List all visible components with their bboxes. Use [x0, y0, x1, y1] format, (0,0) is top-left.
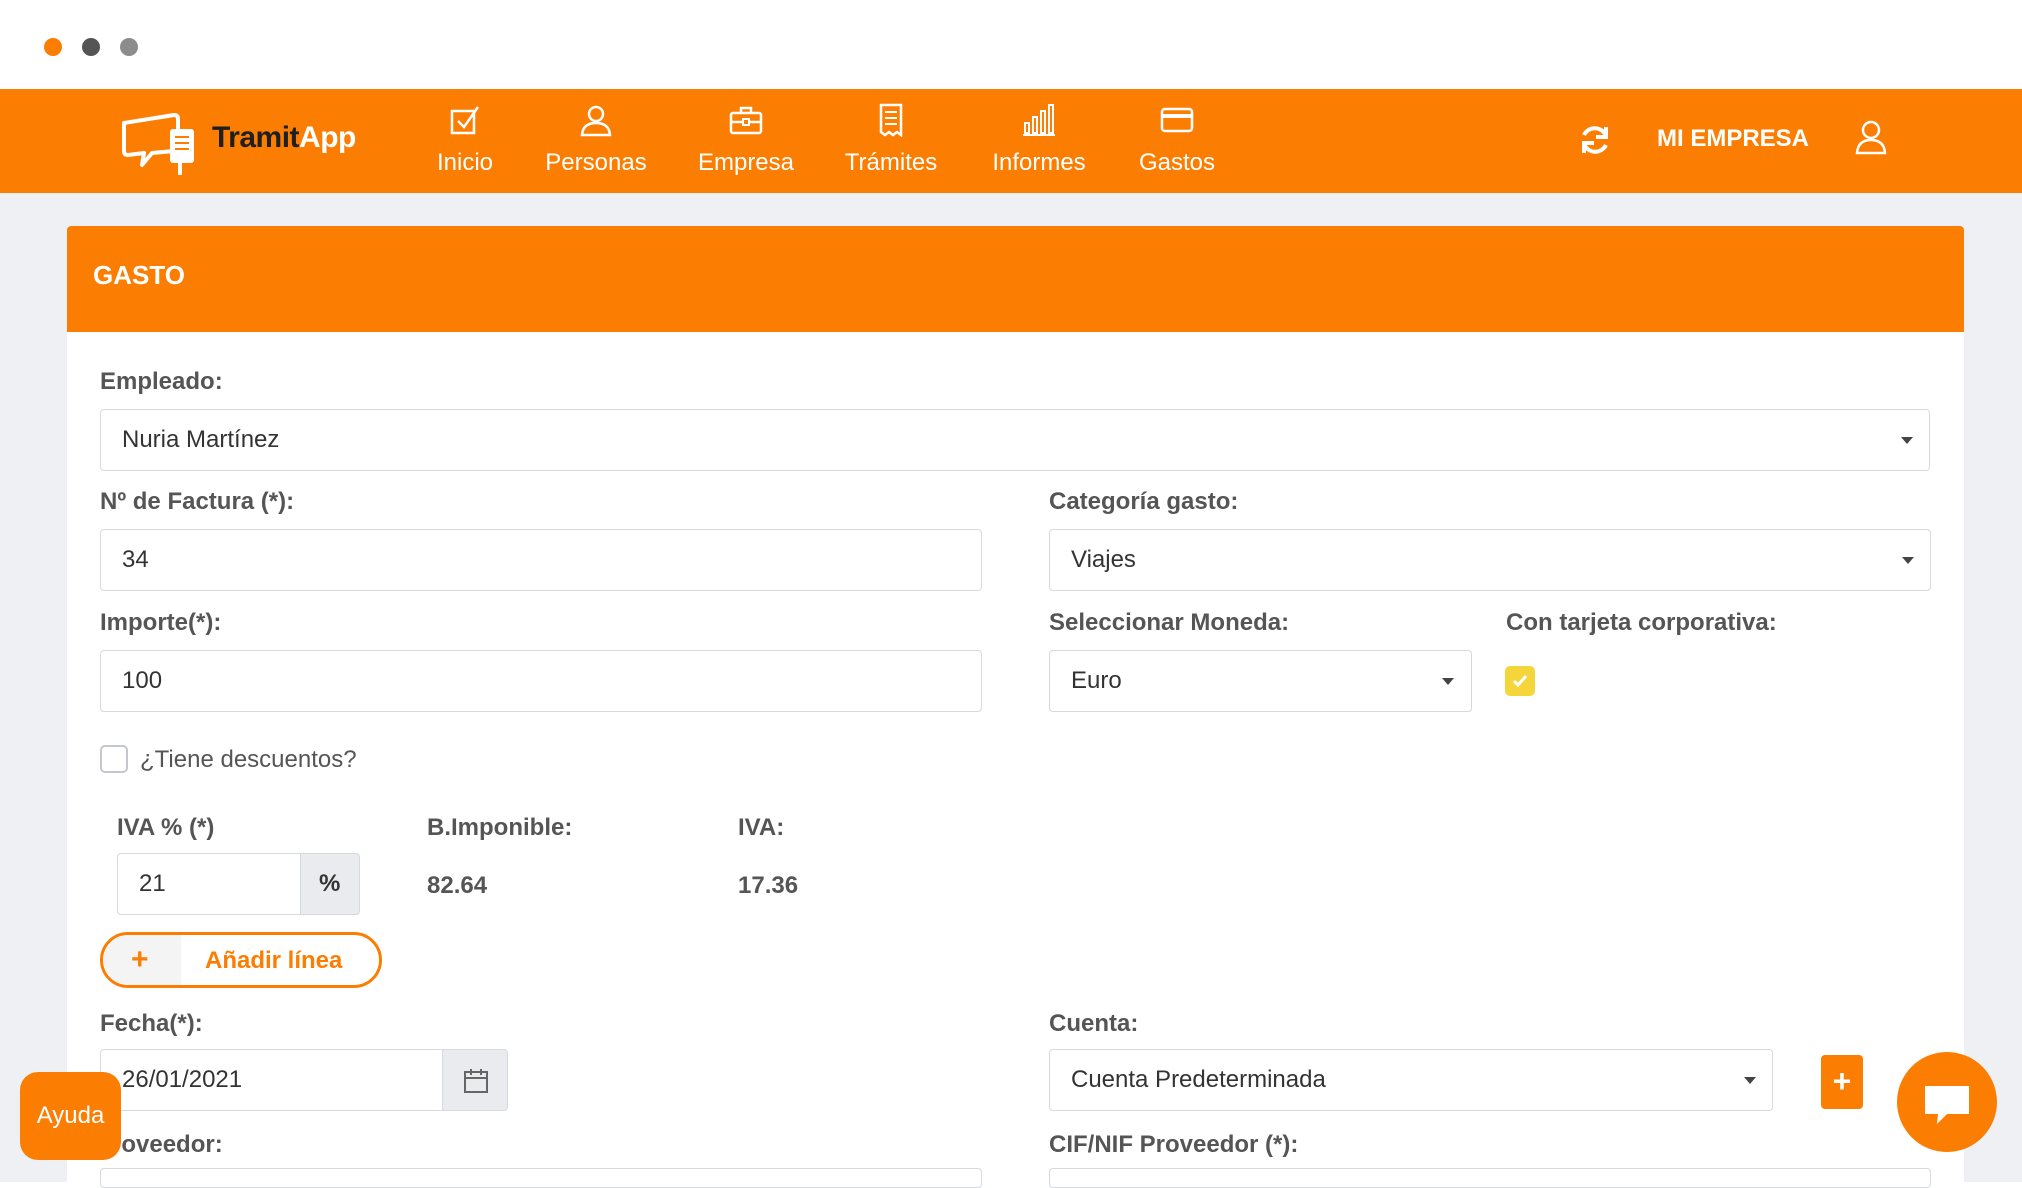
nav-item-label: Empresa [697, 149, 795, 176]
bar-chart-icon [1023, 104, 1055, 136]
tarjeta-label: Con tarjeta corporativa: [1506, 609, 1777, 636]
factura-value: 34 [122, 546, 149, 573]
logo-text-part2: App [299, 121, 356, 154]
company-menu[interactable]: MI EMPRESA [1657, 125, 1809, 153]
importe-label: Importe(*): [100, 609, 222, 636]
fecha-value: 26/01/2021 [122, 1066, 243, 1093]
plus-icon: + [131, 943, 149, 976]
logo-text: TramitApp [212, 121, 356, 155]
moneda-value: Euro [1071, 667, 1122, 694]
tarjeta-checkbox[interactable] [1505, 666, 1535, 696]
nav-item-informes[interactable]: Informes [988, 103, 1090, 177]
add-line-plus-area: + [103, 935, 181, 985]
nav-item-label: Personas [545, 149, 647, 176]
fecha-label: Fecha(*): [100, 1010, 203, 1037]
chat-bubble-icon [1925, 1086, 1969, 1124]
iva-pct-input[interactable]: 21 [117, 853, 301, 915]
calendar-icon [464, 1069, 488, 1093]
cuenta-value: Cuenta Predeterminada [1071, 1066, 1326, 1093]
factura-label: Nº de Factura (*): [100, 488, 295, 515]
iva-value: 17.36 [738, 872, 799, 899]
nav-item-personas[interactable]: Personas [543, 103, 649, 177]
percent-addon: % [300, 853, 360, 915]
chevron-down-icon [1744, 1077, 1756, 1084]
iva-pct-label: IVA % (*) [117, 814, 215, 841]
empleado-label: Empleado: [100, 368, 223, 395]
categoria-select[interactable]: Viajes [1049, 529, 1931, 591]
user-icon[interactable] [1854, 119, 1888, 155]
card-header: GASTO [67, 226, 1964, 332]
factura-input[interactable]: 34 [100, 529, 982, 591]
window-titlebar [0, 0, 2022, 89]
base-imponible-label: B.Imponible: [427, 814, 573, 841]
iva-pct-value: 21 [139, 870, 166, 897]
descuentos-label: ¿Tiene descuentos? [140, 746, 357, 773]
importe-value: 100 [122, 667, 163, 694]
nav-item-label: Inicio [436, 149, 494, 176]
calendar-button[interactable] [442, 1049, 508, 1111]
logo-text-part1: Tramit [212, 121, 300, 154]
cif-input[interactable] [1049, 1168, 1931, 1188]
person-icon [580, 105, 612, 137]
moneda-select[interactable]: Euro [1049, 650, 1472, 712]
chat-button[interactable] [1897, 1052, 1997, 1152]
card-title: GASTO [93, 260, 185, 290]
cuenta-label: Cuenta: [1049, 1010, 1139, 1037]
proveedor-input[interactable] [100, 1168, 982, 1188]
briefcase-icon [729, 106, 763, 135]
cif-label: CIF/NIF Proveedor (*): [1049, 1131, 1299, 1158]
maximize-window-dot[interactable] [120, 38, 138, 56]
add-cuenta-button[interactable]: + [1821, 1055, 1863, 1109]
categoria-value: Viajes [1071, 546, 1136, 573]
cuenta-select[interactable]: Cuenta Predeterminada [1049, 1049, 1773, 1111]
percent-symbol: % [319, 870, 341, 897]
nav-item-label: Informes [992, 149, 1086, 176]
descuentos-checkbox[interactable] [100, 745, 128, 773]
checkmark-icon [1512, 675, 1528, 688]
close-window-dot[interactable] [44, 38, 62, 56]
document-icon [879, 103, 903, 137]
tramitapp-logo[interactable]: TramitApp [120, 103, 360, 183]
add-line-button[interactable]: + Añadir línea [100, 932, 382, 988]
nav-item-inicio[interactable]: Inicio [430, 103, 500, 177]
checkbox-icon [450, 106, 480, 135]
proveedor-label: roveedor: [112, 1131, 223, 1158]
speech-bubble-logo-icon [122, 113, 194, 175]
nav-item-label: Gastos [1138, 149, 1216, 176]
empleado-value: Nuria Martínez [122, 426, 280, 453]
importe-input[interactable]: 100 [100, 650, 982, 712]
chevron-down-icon [1442, 678, 1454, 685]
categoria-label: Categoría gasto: [1049, 488, 1239, 515]
minimize-window-dot[interactable] [82, 38, 100, 56]
fecha-input[interactable]: 26/01/2021 [100, 1049, 443, 1111]
iva-label: IVA: [738, 814, 785, 841]
moneda-label: Seleccionar Moneda: [1049, 609, 1290, 636]
nav-item-empresa[interactable]: Empresa [696, 103, 796, 177]
refresh-icon[interactable] [1578, 123, 1612, 157]
base-imponible-value: 82.64 [427, 872, 488, 899]
help-button[interactable]: Ayuda [20, 1072, 121, 1160]
empleado-select[interactable]: Nuria Martínez [100, 409, 1930, 471]
chevron-down-icon [1901, 437, 1913, 444]
add-line-label: Añadir línea [205, 947, 343, 974]
nav-item-tramites[interactable]: Trámites [843, 103, 939, 177]
chevron-down-icon [1902, 557, 1914, 564]
nav-item-label: Trámites [844, 149, 938, 176]
top-navbar: TramitApp Inicio Personas Empresa Trámit… [0, 89, 2022, 193]
nav-item-gastos[interactable]: Gastos [1137, 103, 1217, 177]
credit-card-icon [1160, 107, 1194, 133]
